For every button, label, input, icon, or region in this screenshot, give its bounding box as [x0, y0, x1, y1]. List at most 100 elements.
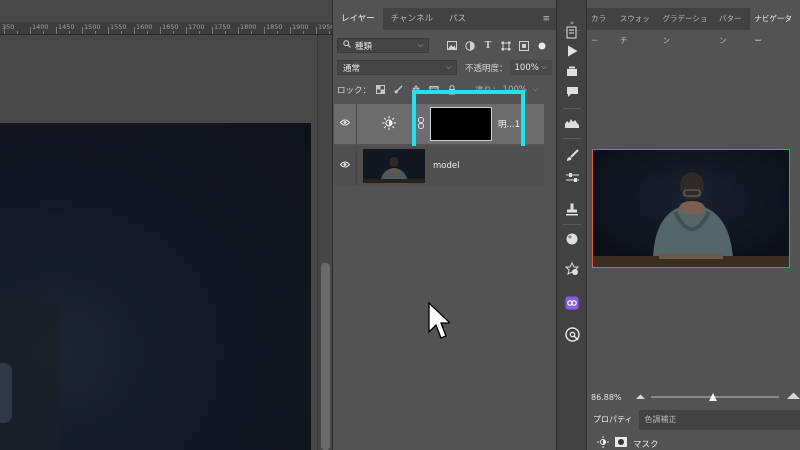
lock-brush-icon[interactable]	[392, 84, 404, 96]
tab-navigator[interactable]: ナビゲーター	[750, 8, 800, 45]
sphere-3d-icon[interactable]	[562, 230, 582, 248]
opacity-label: 不透明度：	[465, 63, 508, 74]
divider	[563, 138, 581, 139]
libraries-icon[interactable]	[562, 62, 582, 80]
ruler-tick	[4, 27, 5, 34]
ruler-tick	[303, 31, 304, 34]
ruler-tick	[17, 31, 18, 34]
ruler-tick	[212, 27, 213, 34]
ruler-tick	[290, 27, 291, 34]
blend-mode-dropdown[interactable]: 通常 ⌵	[337, 60, 457, 75]
tab-gradients[interactable]: グラデーション	[659, 8, 715, 45]
filter-toggle-icon[interactable]	[536, 40, 548, 52]
search-icon	[343, 40, 351, 51]
plugin-purple-icon[interactable]	[562, 294, 582, 312]
filter-pixel-icon[interactable]	[446, 40, 458, 52]
comments-icon[interactable]	[562, 83, 582, 101]
tab-paths[interactable]: パス	[441, 8, 474, 30]
navigator-preview[interactable]	[592, 149, 790, 268]
properties-mask-row: マスク	[597, 436, 659, 450]
lock-transparent-icon[interactable]	[374, 84, 386, 96]
navigator-panel-tabs: カラー スウォッチ グラデーション パターン ナビゲーター	[587, 8, 800, 45]
visibility-eye-icon[interactable]	[334, 161, 356, 171]
zoom-value[interactable]: 86.88%	[591, 393, 622, 402]
shapes-icon[interactable]	[562, 260, 582, 278]
tab-channels[interactable]: チャンネル	[383, 8, 441, 30]
ruler-tick	[147, 31, 148, 34]
visibility-eye-icon[interactable]	[334, 119, 356, 129]
zoom-in-icon[interactable]	[787, 392, 800, 402]
tab-swatches[interactable]: スウォッチ	[616, 8, 659, 45]
tab-properties[interactable]: プロパティ	[587, 410, 639, 430]
adjustment-sliders-icon[interactable]	[562, 168, 582, 186]
document-canvas-area[interactable]: 350 1400 1450 1500 1550 1600 1650 1700 1…	[0, 0, 332, 450]
ruler-label: 1950	[318, 23, 332, 31]
zoom-controls: 86.88%	[587, 387, 800, 407]
ruler-tick	[316, 27, 317, 34]
zoom-out-icon[interactable]	[635, 392, 645, 402]
divider	[563, 108, 581, 109]
ruler-tick	[121, 31, 122, 34]
ruler-label: 1800	[240, 23, 257, 31]
ruler-tick	[238, 27, 239, 34]
tab-adjustments[interactable]: 色調補正	[639, 410, 683, 430]
ruler-label: 1900	[292, 23, 309, 31]
ruler-tick	[69, 31, 70, 34]
panel-icon-strip: »	[556, 0, 587, 450]
plugin-circle-icon[interactable]	[562, 325, 582, 343]
ruler-tick	[82, 27, 83, 34]
ruler-tick	[277, 31, 278, 34]
ruler-label: 1650	[162, 23, 179, 31]
opacity-field[interactable]: 100% ⌵	[509, 60, 552, 75]
chevron-down-icon: ⌵	[541, 63, 547, 71]
ruler-label: 1750	[214, 23, 231, 31]
ruler-tick	[134, 27, 135, 34]
filter-kind-label: 種類	[355, 41, 373, 52]
brush-settings-icon[interactable]	[562, 146, 582, 164]
tab-patterns[interactable]: パターン	[715, 8, 750, 45]
zoom-slider-thumb[interactable]	[708, 393, 717, 401]
layer-thumbnail[interactable]	[363, 149, 425, 183]
ruler-label: 1450	[58, 23, 75, 31]
history-icon[interactable]	[562, 23, 582, 41]
ruler-tick	[160, 27, 161, 34]
opacity-value: 100%	[514, 62, 539, 73]
tab-color[interactable]: カラー	[587, 8, 616, 45]
ruler-label: 1550	[110, 23, 127, 31]
layer-row-model[interactable]: model	[334, 146, 544, 186]
filter-smart-object-icon[interactable]	[518, 40, 530, 52]
mask-icon[interactable]	[615, 437, 627, 450]
ruler-label: 1600	[136, 23, 153, 31]
ruler-tick	[43, 31, 44, 34]
ruler-label: 1400	[32, 23, 49, 31]
scrollbar-thumb[interactable]	[321, 263, 330, 450]
navigator-panel: カラー スウォッチ グラデーション パターン ナビゲーター 86.88% プロパ…	[587, 0, 800, 450]
blend-mode-value: 通常	[343, 63, 361, 74]
chevron-down-icon: ⌵	[417, 41, 423, 49]
ruler-tick	[108, 27, 109, 34]
clone-stamp-icon[interactable]	[562, 200, 582, 218]
panel-menu-icon[interactable]: ≡	[542, 8, 550, 30]
ruler-tick	[225, 31, 226, 34]
vertical-scrollbar[interactable]	[317, 35, 332, 450]
brightness-adjustment-icon[interactable]	[597, 436, 609, 450]
mouse-cursor-icon	[428, 301, 452, 345]
filter-adjustment-icon[interactable]	[464, 40, 476, 52]
divider	[563, 224, 581, 225]
layer-name[interactable]: model	[433, 161, 459, 171]
filter-type-icon[interactable]: T	[482, 40, 494, 52]
properties-panel-tabs: プロパティ 色調補正	[587, 410, 800, 430]
document-image[interactable]	[0, 123, 311, 450]
tab-layers[interactable]: レイヤー	[333, 8, 383, 30]
image-figure-edge	[0, 363, 12, 423]
histogram-icon[interactable]	[562, 114, 582, 132]
filter-shape-icon[interactable]	[500, 40, 512, 52]
zoom-slider[interactable]	[650, 393, 779, 401]
layer-filter-dropdown[interactable]: 種類 ⌵	[337, 38, 429, 53]
ruler-label: 1850	[266, 23, 283, 31]
layers-panel: レイヤー チャンネル パス ≡ 種類 ⌵ T 通常 ⌵ 不透明度： 100% ⌵…	[332, 0, 556, 450]
ruler-tick	[186, 27, 187, 34]
actions-play-icon[interactable]	[562, 42, 582, 60]
mask-label: マスク	[633, 439, 659, 450]
brightness-adjustment-icon	[382, 115, 396, 133]
